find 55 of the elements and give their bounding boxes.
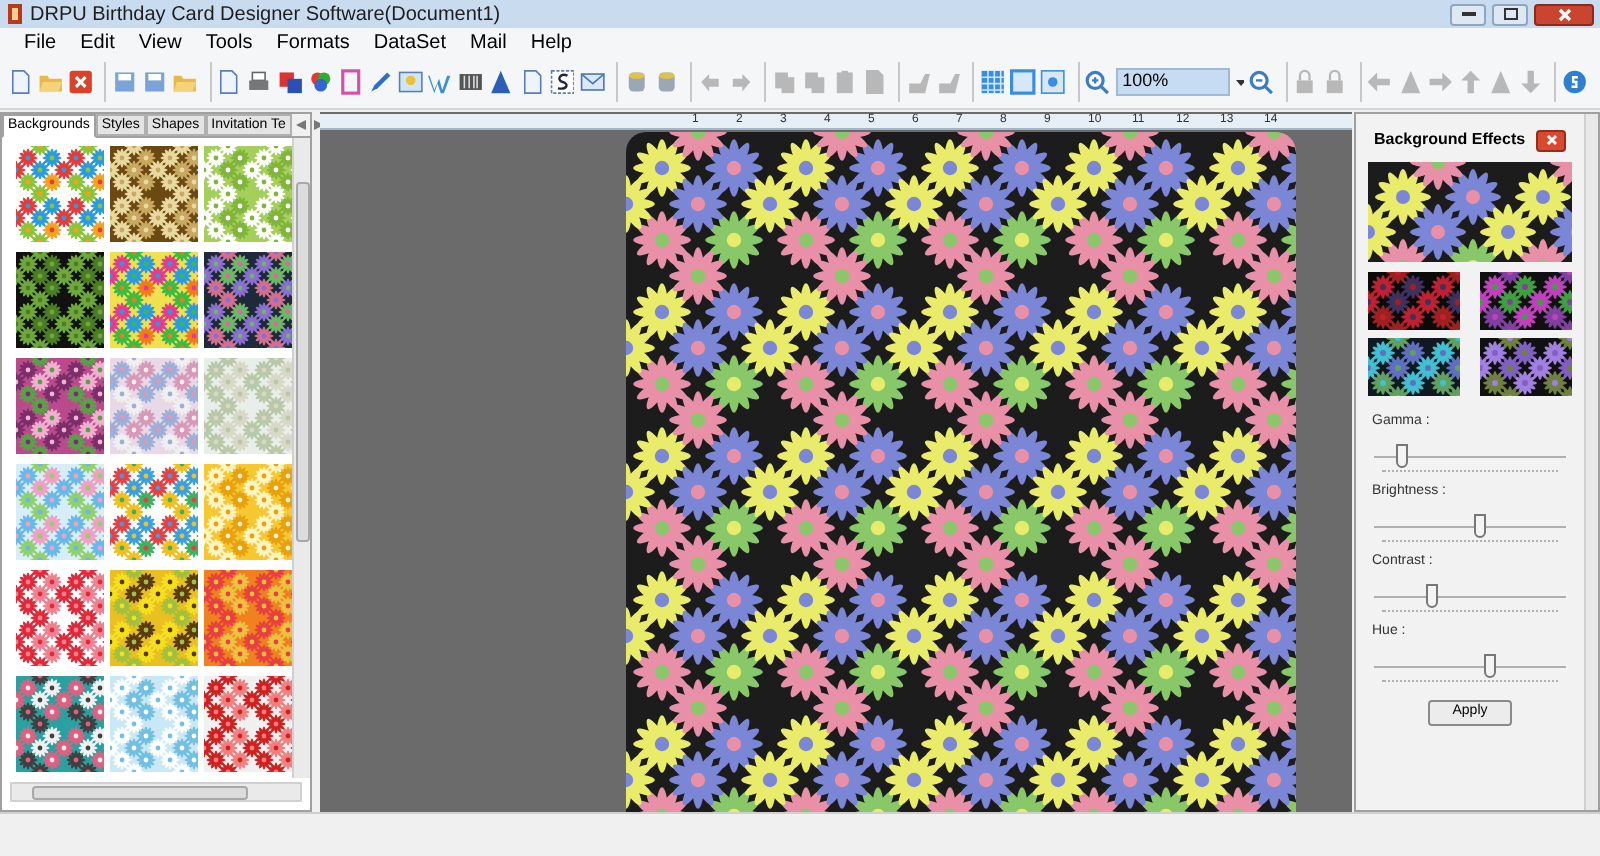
- color-circles-icon[interactable]: [307, 66, 333, 98]
- scrollbar-thumb[interactable]: [295, 182, 309, 542]
- maximize-icon: [1503, 8, 1517, 20]
- menu-item[interactable]: Help: [518, 27, 584, 57]
- window-title: DRPU Birthday Card Designer Software(Document1): [30, 1, 501, 29]
- panel-title: Background Effects: [1372, 128, 1526, 152]
- scroll-left-icon[interactable]: [293, 120, 308, 130]
- close-button[interactable]: [1534, 3, 1594, 25]
- slider[interactable]: [1374, 584, 1566, 612]
- image-icon[interactable]: [398, 66, 424, 98]
- slider[interactable]: [1374, 514, 1566, 542]
- vertical-scrollbar[interactable]: [292, 138, 310, 778]
- slider[interactable]: [1374, 654, 1566, 682]
- page-icon[interactable]: [519, 66, 545, 98]
- square-icon[interactable]: [1010, 66, 1037, 98]
- database-icon[interactable]: [653, 66, 680, 98]
- maximize-button[interactable]: [1492, 3, 1528, 25]
- menu-item[interactable]: DataSet: [361, 27, 459, 57]
- vertical-scrollbar[interactable]: [1584, 114, 1598, 810]
- menu-item[interactable]: File: [12, 27, 69, 57]
- page-icon[interactable]: [216, 66, 243, 98]
- frame-icon[interactable]: [337, 66, 364, 98]
- target-icon[interactable]: [1040, 66, 1067, 98]
- zoom-field[interactable]: 100%: [1116, 68, 1231, 96]
- menu-item[interactable]: Formats: [264, 27, 362, 57]
- menu-item[interactable]: Edit: [68, 27, 127, 57]
- slider-thumb[interactable]: [1473, 514, 1486, 538]
- page-icon[interactable]: [8, 66, 34, 98]
- database-icon[interactable]: [623, 66, 649, 98]
- layers-icon[interactable]: [277, 66, 303, 98]
- app-icon: [6, 4, 24, 24]
- zoom-in-icon[interactable]: [1084, 66, 1111, 98]
- close-button[interactable]: [1536, 129, 1566, 151]
- minimize-icon: [1461, 12, 1475, 16]
- close-icon[interactable]: [68, 66, 94, 98]
- floppy-icon[interactable]: [142, 66, 169, 98]
- grid-icon[interactable]: [980, 66, 1006, 98]
- slider-thumb[interactable]: [1483, 654, 1496, 678]
- slider-thumb[interactable]: [1396, 444, 1409, 468]
- coin-icon[interactable]: [1561, 66, 1588, 98]
- minimize-button[interactable]: [1450, 3, 1486, 25]
- squiggle-icon[interactable]: [549, 66, 575, 98]
- zoom-out-icon[interactable]: [1248, 66, 1275, 98]
- slider-thumb[interactable]: [1425, 584, 1438, 608]
- close-icon: [1557, 7, 1571, 21]
- close-icon: [1545, 134, 1557, 146]
- dropdown-icon[interactable]: [1236, 79, 1245, 85]
- menu-item[interactable]: View: [126, 27, 194, 57]
- floppy-icon[interactable]: [112, 66, 138, 98]
- menu-item[interactable]: Mail: [458, 27, 519, 57]
- scrollbar-thumb[interactable]: [32, 785, 248, 799]
- triangle-icon[interactable]: [488, 66, 515, 98]
- menu-item[interactable]: Tools: [193, 27, 265, 57]
- slider[interactable]: [1374, 444, 1566, 472]
- horizontal-scrollbar[interactable]: [10, 782, 302, 802]
